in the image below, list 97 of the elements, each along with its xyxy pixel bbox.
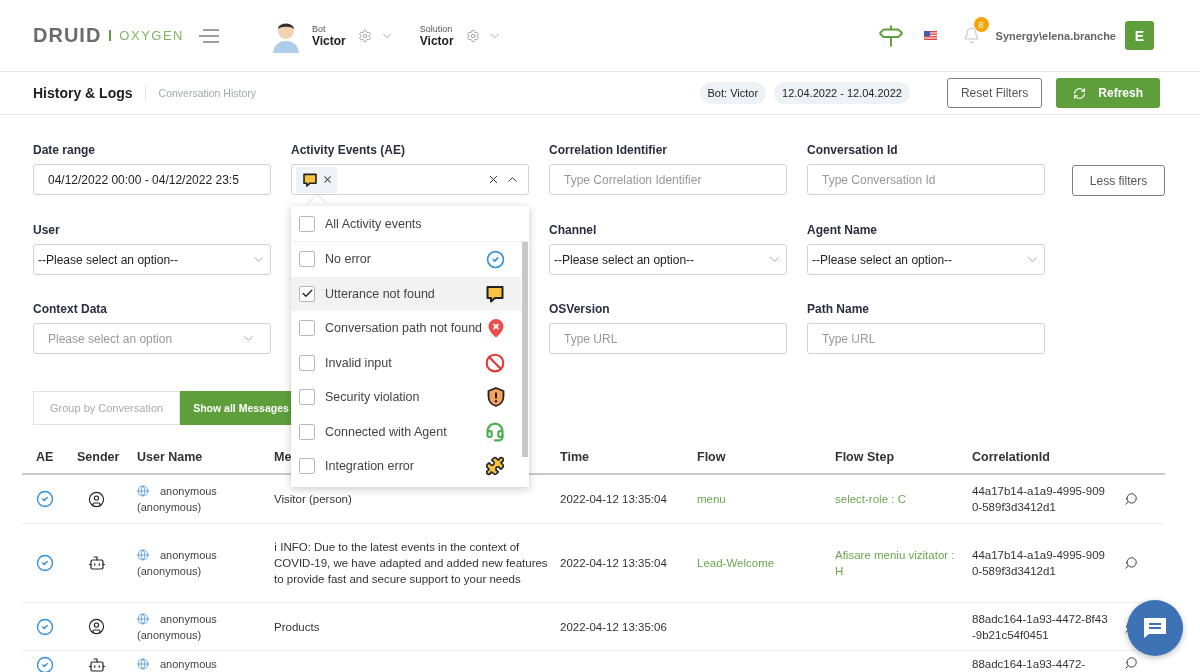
check-circle-icon	[36, 490, 54, 508]
table-cell-text: 44a17b14-a1a9-4995-9090-589f3d3412d1	[972, 484, 1106, 515]
field-label: Channel	[549, 223, 598, 237]
speech-bubble-icon	[302, 171, 318, 188]
checkbox[interactable]	[299, 389, 315, 406]
checkbox[interactable]	[299, 285, 315, 302]
flag-icon[interactable]	[923, 31, 937, 40]
date-range-field[interactable]: 04/12/2022 00:00 - 04/12/2022 23:5	[33, 164, 271, 195]
less-filters-button[interactable]: Less filters	[1072, 165, 1165, 196]
table-cell-text: 2022-04-12 13:35:04	[560, 556, 668, 571]
multi-select-field[interactable]	[291, 164, 529, 195]
globe-icon	[137, 612, 149, 625]
user-detail: (anonymous)	[137, 564, 203, 579]
table-cell-text: 44a17b14-a1a9-4995-9090-589f3d3412d1	[972, 548, 1106, 579]
picker-label: Solution	[419, 23, 454, 34]
robot-icon	[88, 656, 106, 672]
signpost-icon[interactable]	[877, 22, 904, 49]
checkbox[interactable]	[299, 320, 315, 337]
headset-icon	[485, 421, 505, 442]
globe-icon	[137, 658, 149, 670]
table-cell-text: Products	[274, 619, 321, 635]
field-label: Conversation Id	[807, 143, 899, 157]
filter-chip: Bot: Victor	[699, 82, 767, 104]
picker-label: Bot	[312, 23, 327, 34]
search-button[interactable]	[1124, 492, 1138, 506]
search-button[interactable]	[1124, 556, 1138, 570]
check-circle-icon	[486, 249, 505, 269]
checkbox[interactable]	[299, 251, 315, 268]
clear-icon[interactable]	[487, 173, 500, 186]
field-label: Activity Events (AE)	[291, 143, 407, 157]
user-detail: (anonymous)	[137, 500, 203, 515]
puzzle-icon	[485, 456, 505, 477]
column-header: Flow Step	[835, 449, 896, 464]
settings-icon[interactable]	[465, 28, 480, 43]
check-circle-icon	[36, 554, 54, 572]
user-name: anonymous	[160, 657, 217, 672]
menu-option[interactable]: All Activity events	[291, 206, 529, 242]
column-header: Sender	[77, 449, 121, 464]
table-cell-text: 88adc164-1a93-4472-8f43-9b21c54f0451	[972, 611, 1109, 643]
table-cell-text: 2022-04-12 13:35:04	[560, 492, 668, 507]
table-cell-text: Visitor (person)	[274, 492, 353, 507]
field-label: Date range	[33, 143, 97, 157]
user-circle-icon	[88, 618, 105, 635]
page-title: History & Logs	[33, 85, 146, 101]
user-name: anonymous	[160, 548, 217, 563]
column-header: AE	[35, 449, 55, 464]
map-pin-error-icon	[487, 318, 505, 339]
user-name: Synergy\elena.branche	[995, 29, 1116, 42]
search-button[interactable]	[1124, 656, 1138, 670]
settings-icon[interactable]	[357, 28, 372, 43]
user-detail: (anonymous)	[137, 627, 203, 643]
field-label: Context Data	[33, 302, 108, 316]
select-field[interactable]: --Please select an option--	[807, 244, 1045, 275]
reset-filters-button[interactable]: Reset Filters	[946, 78, 1043, 108]
user-name: anonymous	[160, 484, 217, 499]
solution-name: Victor	[419, 33, 454, 48]
logo-text: OXYGEN	[119, 28, 184, 43]
shield-alert-icon	[487, 387, 505, 408]
table-cell-text: 88adc164-1a93-4472-	[972, 657, 1087, 672]
menu-icon[interactable]	[198, 27, 220, 44]
select-field[interactable]: --Please select an option--	[549, 244, 787, 275]
table-cell-text: 2022-04-12 13:35:06	[560, 619, 668, 635]
ban-icon	[485, 352, 505, 373]
bell-icon[interactable]	[962, 27, 980, 44]
field-label: Path Name	[807, 302, 871, 316]
checkbox[interactable]	[299, 423, 315, 440]
field-label: Agent Name	[807, 223, 878, 237]
column-header: CorrelationId	[972, 449, 1051, 464]
chat-icon	[1142, 615, 1168, 641]
field-label: Correlation Identifier	[549, 143, 668, 157]
robot-icon	[88, 554, 106, 572]
speech-bubble-icon	[485, 283, 505, 304]
check-circle-icon	[36, 617, 54, 636]
column-header: Flow	[697, 449, 727, 464]
refresh-icon	[1073, 86, 1087, 100]
table-cell-text: ℹ INFO: Due to the latest events in the context of COVID-19, we have adapted and added new features to provide fast and secure support to your needs	[274, 540, 549, 587]
remove-icon[interactable]	[322, 174, 333, 185]
chat-button[interactable]	[1127, 600, 1183, 656]
user-name: anonymous	[160, 611, 217, 627]
filter-chip: 12.04.2022 - 12.04.2022	[774, 82, 910, 104]
bot-name: Victor	[312, 33, 346, 48]
column-header: Time	[560, 449, 590, 464]
column-header: User Name	[137, 449, 204, 464]
checkbox[interactable]	[299, 458, 315, 475]
logo-text: DRUID	[33, 24, 102, 47]
field-label: OSVersion	[549, 302, 611, 316]
select-field[interactable]: --Please select an option--	[33, 244, 271, 275]
globe-icon	[137, 485, 149, 497]
checkbox[interactable]	[299, 215, 315, 232]
menu-option[interactable]: Utterance not found	[291, 276, 521, 311]
field-label: User	[33, 223, 61, 237]
notification-badge: 8	[973, 17, 989, 32]
checkbox[interactable]	[299, 354, 315, 371]
user-circle-icon	[88, 490, 105, 508]
globe-icon	[137, 549, 149, 561]
selected-tag[interactable]	[296, 166, 337, 193]
column-header: Me	[274, 449, 293, 464]
